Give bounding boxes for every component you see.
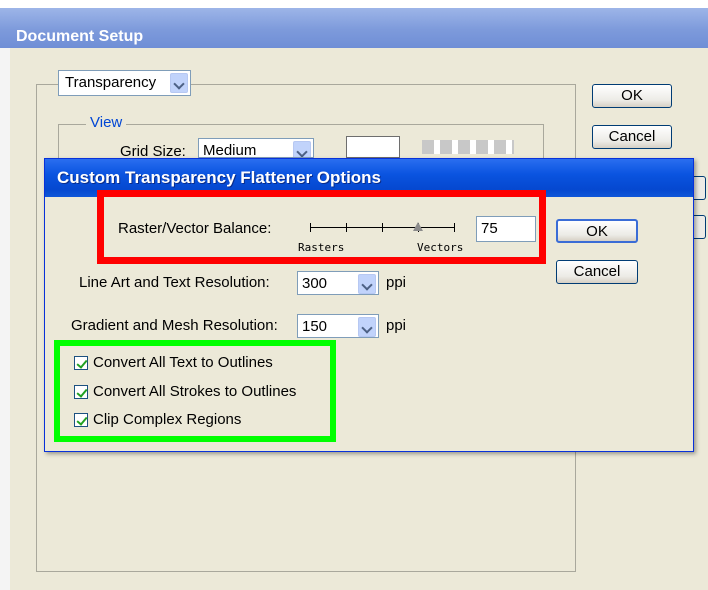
document-setup-cancel-button[interactable]: Cancel xyxy=(592,125,672,149)
chevron-down-icon[interactable] xyxy=(358,317,376,337)
gradient-mesh-resolution-label: Gradient and Mesh Resolution: xyxy=(71,317,278,334)
line-art-resolution-select[interactable]: 300 xyxy=(297,271,379,295)
chevron-down-icon[interactable] xyxy=(293,141,311,157)
flattener-ok-button[interactable]: OK xyxy=(556,219,638,243)
view-group-label: View xyxy=(86,114,127,131)
gradient-mesh-unit-label: ppi xyxy=(386,317,407,334)
flattener-cancel-button[interactable]: Cancel xyxy=(556,260,638,284)
checkerboard-preview xyxy=(422,140,514,154)
document-setup-button-edge[interactable] xyxy=(694,176,706,200)
gradient-mesh-resolution-value: 150 xyxy=(302,318,328,335)
red-highlight-box xyxy=(97,190,546,264)
line-art-resolution-value: 300 xyxy=(302,275,328,292)
grid-size-select[interactable]: Medium xyxy=(198,138,314,158)
grid-size-value: Medium xyxy=(203,142,257,158)
document-setup-titlebar: Document Setup xyxy=(0,8,708,48)
grid-color-swatch[interactable] xyxy=(346,136,400,158)
line-art-resolution-label: Line Art and Text Resolution: xyxy=(79,274,270,291)
category-select-value: Transparency xyxy=(65,74,157,91)
green-highlight-box xyxy=(54,340,336,442)
document-setup-ok-button[interactable]: OK xyxy=(592,84,672,108)
document-setup-title: Document Setup xyxy=(16,28,144,45)
category-select[interactable]: Transparency xyxy=(58,70,191,96)
flattener-dialog-title: Custom Transparency Flattener Options xyxy=(57,168,382,187)
chevron-down-icon[interactable] xyxy=(170,73,188,93)
gradient-mesh-resolution-select[interactable]: 150 xyxy=(297,314,379,338)
line-art-unit-label: ppi xyxy=(386,274,407,291)
window-left-edge xyxy=(0,48,10,590)
chevron-down-icon[interactable] xyxy=(358,274,376,294)
document-setup-button-edge[interactable] xyxy=(694,215,706,239)
